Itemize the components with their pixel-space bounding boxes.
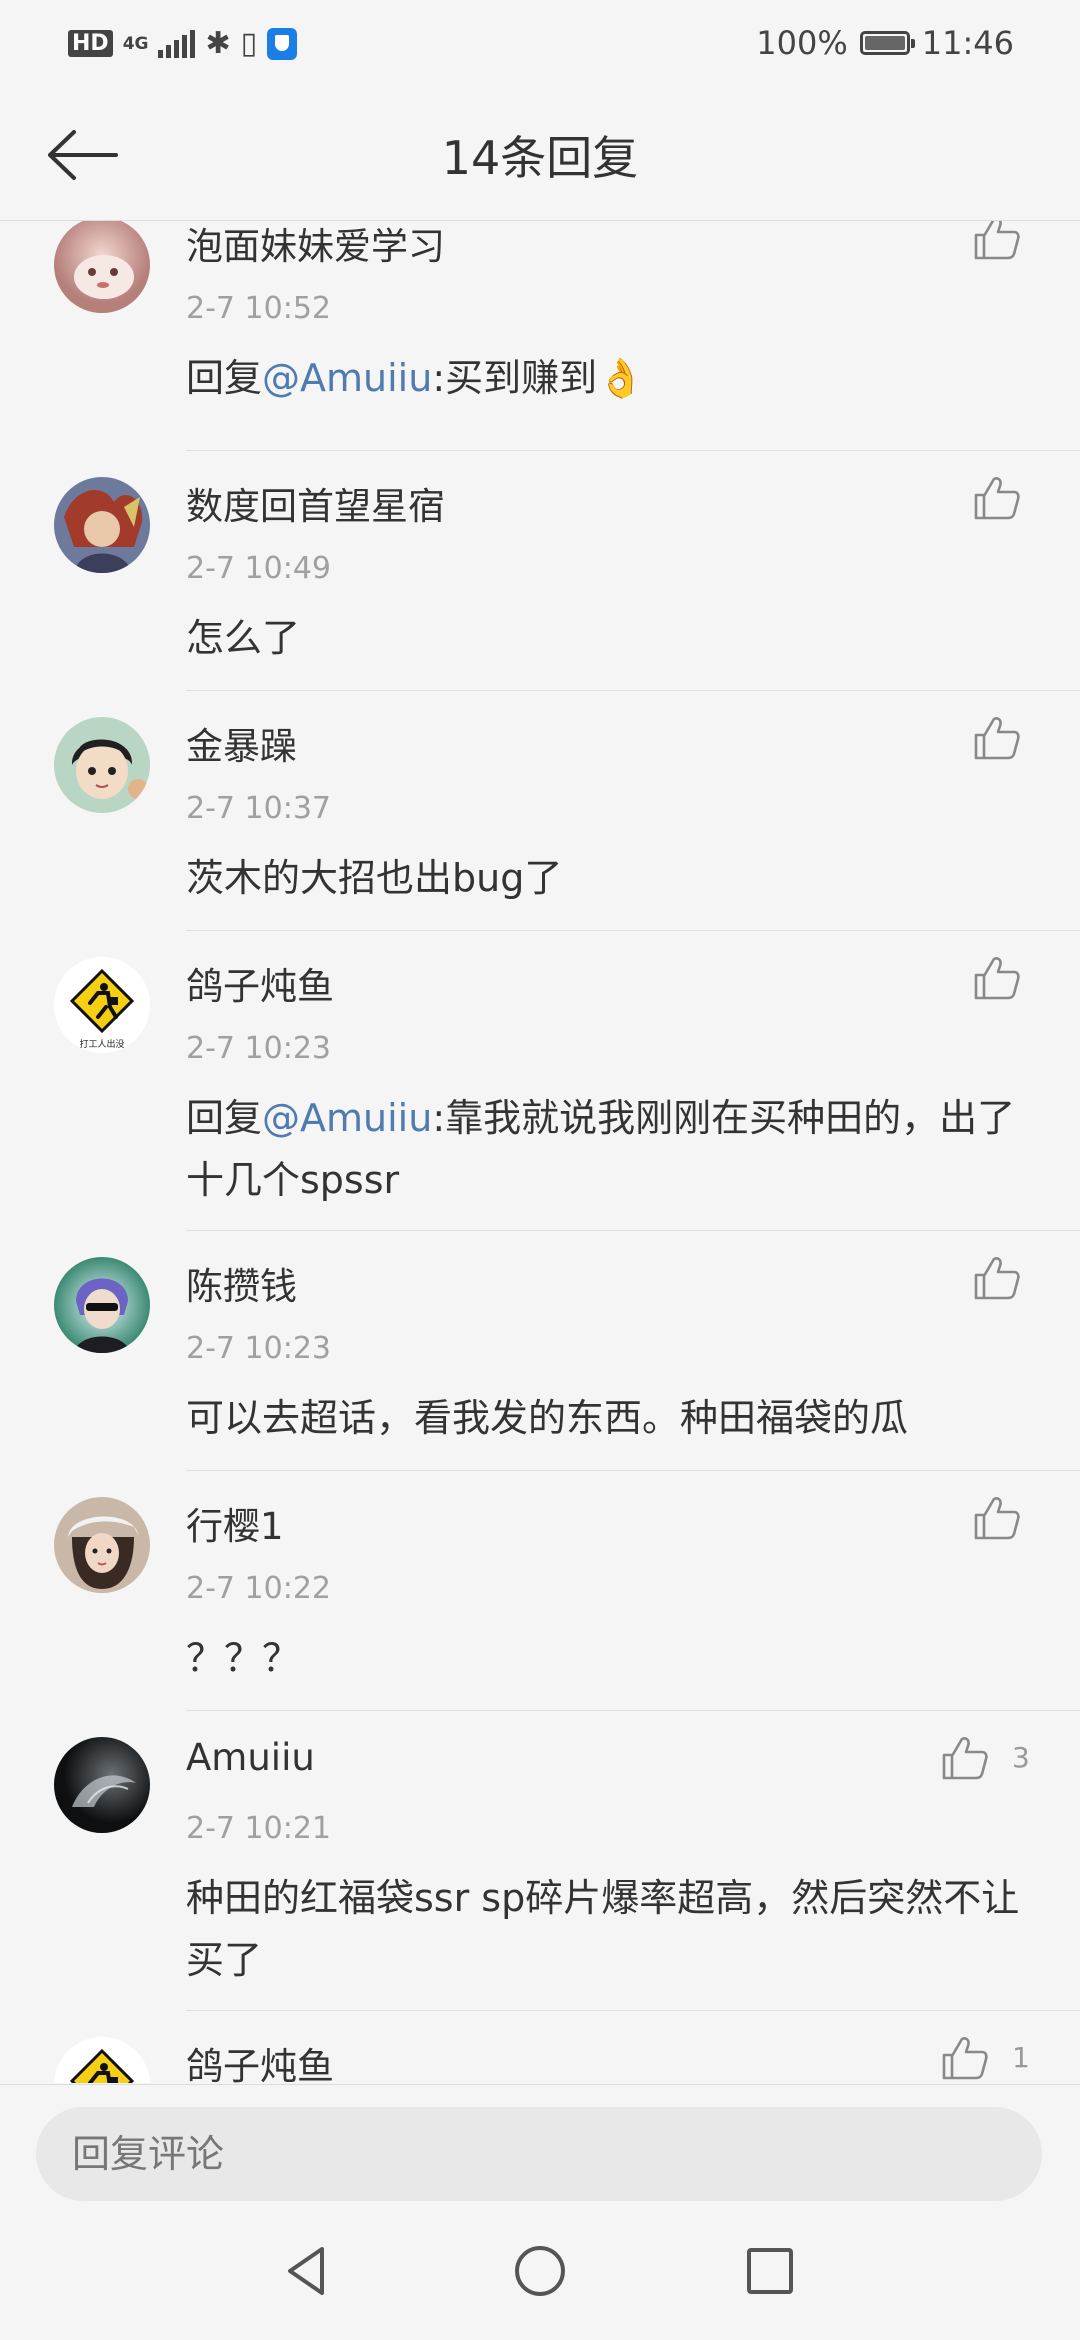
like-count: 1 xyxy=(1012,2041,1030,2074)
nav-back-button[interactable] xyxy=(278,2241,338,2301)
username[interactable]: 泡面妹妹爱学习 xyxy=(186,221,445,270)
comment-time: 2-7 10:23 xyxy=(186,1331,331,1366)
square-recents-icon xyxy=(747,2248,793,2294)
comment-time: 2-7 10:52 xyxy=(186,291,331,326)
comment-body: :买到赚到👌 xyxy=(432,356,645,400)
comment-list[interactable]: 泡面妹妹爱学习 2-7 10:52 回复@Amuiiu:买到赚到👌 数度回首望星… xyxy=(0,221,1080,2083)
avatar[interactable] xyxy=(54,2037,150,2083)
comment-body: ？？？ xyxy=(186,1636,301,1680)
signal-icon xyxy=(158,29,196,58)
avatar[interactable]: 打工人出没 xyxy=(54,957,150,1053)
comment-text: 怎么了 xyxy=(186,607,1026,669)
vibrate-icon: ▯ xyxy=(240,26,258,61)
like-count: 3 xyxy=(1012,1741,1030,1774)
reply-bar xyxy=(0,2084,1080,2205)
like-button[interactable] xyxy=(972,1495,1022,1541)
battery-percent: 100% xyxy=(756,24,848,62)
like-button[interactable] xyxy=(940,1735,990,1781)
comment-text: ？？？ xyxy=(186,1627,1026,1689)
comment-time: 2-7 10:21 xyxy=(186,1811,331,1846)
comment-text: 种田的红福袋ssr sp碎片爆率超高，然后突然不让买了 xyxy=(186,1867,1026,1991)
nav-home-button[interactable] xyxy=(510,2241,570,2301)
clock: 11:46 xyxy=(921,24,1014,62)
thumbs-up-icon xyxy=(974,717,1020,760)
top-app-bar: 14条回复 xyxy=(0,90,1080,221)
battery-icon xyxy=(859,31,915,55)
username[interactable]: 数度回首望星宿 xyxy=(186,476,445,530)
comment-body: 可以去超话，看我发的东西。种田福袋的瓜 xyxy=(186,1396,909,1440)
avatar[interactable] xyxy=(54,1737,150,1833)
mention-link[interactable]: @Amuiiu xyxy=(262,356,432,400)
thumbs-up-icon xyxy=(974,221,1020,260)
comment-time: 2-7 10:49 xyxy=(186,551,331,586)
like-button[interactable] xyxy=(940,2035,990,2081)
shield-icon xyxy=(267,27,298,60)
mention-link[interactable]: @Amuiiu xyxy=(262,1096,432,1140)
comment-time: 2-7 10:22 xyxy=(186,1571,331,1606)
status-bar: HD 4G ✱ ▯ 100% 11:46 xyxy=(0,0,1080,90)
like-button[interactable] xyxy=(972,475,1022,521)
avatar[interactable] xyxy=(54,717,150,813)
comment-item: 打工人出没 鸽子炖鱼 2-7 10:23 回复@Amuiiu:靠我就说我刚刚在买… xyxy=(0,931,1080,1231)
username[interactable]: 鸽子炖鱼 xyxy=(186,956,334,1010)
comment-item: 行樱1 2-7 10:22 ？？？ xyxy=(0,1471,1080,1711)
comment-text: 茨木的大招也出bug了 xyxy=(186,847,1026,909)
comment-body: 茨木的大招也出bug了 xyxy=(186,856,563,900)
status-icons-left: HD 4G ✱ ▯ xyxy=(68,26,298,61)
comment-time: 2-7 10:37 xyxy=(186,791,331,826)
thumbs-up-icon xyxy=(974,477,1020,520)
thumbs-up-icon xyxy=(942,1737,988,1780)
avatar[interactable] xyxy=(54,1257,150,1353)
thumbs-up-icon xyxy=(974,1257,1020,1300)
hd-indicator: HD xyxy=(68,30,113,57)
thumbs-up-icon xyxy=(974,957,1020,1000)
like-button[interactable] xyxy=(972,221,1022,261)
comment-body: 种田的红福袋ssr sp碎片爆率超高，然后突然不让买了 xyxy=(186,1876,1020,1982)
like-button[interactable] xyxy=(972,955,1022,1001)
reply-input[interactable] xyxy=(36,2107,1042,2201)
username[interactable]: 行樱1 xyxy=(186,1496,284,1550)
thumbs-up-icon xyxy=(974,1497,1020,1540)
comment-item: 数度回首望星宿 2-7 10:49 怎么了 xyxy=(0,451,1080,691)
comment-text: 回复@Amuiiu:买到赚到👌 xyxy=(186,347,1026,409)
like-button[interactable] xyxy=(972,1255,1022,1301)
circle-home-icon xyxy=(515,2246,565,2296)
reply-prefix: 回复 xyxy=(186,1096,263,1140)
avatar[interactable] xyxy=(54,221,150,313)
network-type: 4G xyxy=(122,33,149,54)
username[interactable]: 陈攒钱 xyxy=(186,1256,297,1310)
avatar[interactable] xyxy=(54,1497,150,1593)
comment-item: 金暴躁 2-7 10:37 茨木的大招也出bug了 xyxy=(0,691,1080,931)
avatar-sign-text: 打工人出没 xyxy=(79,1038,124,1050)
username[interactable]: Amuiiu xyxy=(186,1736,315,1779)
page-title: 14条回复 xyxy=(441,131,639,185)
username[interactable]: 金暴躁 xyxy=(186,716,297,770)
avatar[interactable] xyxy=(54,477,150,573)
comment-item: 鸽子炖鱼 1 xyxy=(0,2011,1080,2083)
reply-prefix: 回复 xyxy=(186,356,263,400)
like-button[interactable] xyxy=(972,715,1022,761)
comment-item: 陈攒钱 2-7 10:23 可以去超话，看我发的东西。种田福袋的瓜 xyxy=(0,1231,1080,1471)
comment-time: 2-7 10:23 xyxy=(186,1031,331,1066)
comment-text: 回复@Amuiiu:靠我就说我刚刚在买种田的，出了十几个spssr xyxy=(186,1087,1026,1211)
comment-text: 可以去超话，看我发的东西。种田福袋的瓜 xyxy=(186,1387,1026,1449)
bluetooth-icon: ✱ xyxy=(205,26,231,61)
system-nav-bar xyxy=(0,2205,1080,2340)
comment-item: Amuiiu 2-7 10:21 种田的红福袋ssr sp碎片爆率超高，然后突然… xyxy=(0,1711,1080,2011)
triangle-back-icon xyxy=(288,2247,324,2295)
comment-body: 怎么了 xyxy=(186,616,301,660)
username[interactable]: 鸽子炖鱼 xyxy=(186,2036,334,2083)
comment-item: 泡面妹妹爱学习 2-7 10:52 回复@Amuiiu:买到赚到👌 xyxy=(0,221,1080,451)
thumbs-up-icon xyxy=(942,2037,988,2080)
status-icons-right: 100% 11:46 xyxy=(756,24,1014,62)
nav-recents-button[interactable] xyxy=(740,2241,800,2301)
